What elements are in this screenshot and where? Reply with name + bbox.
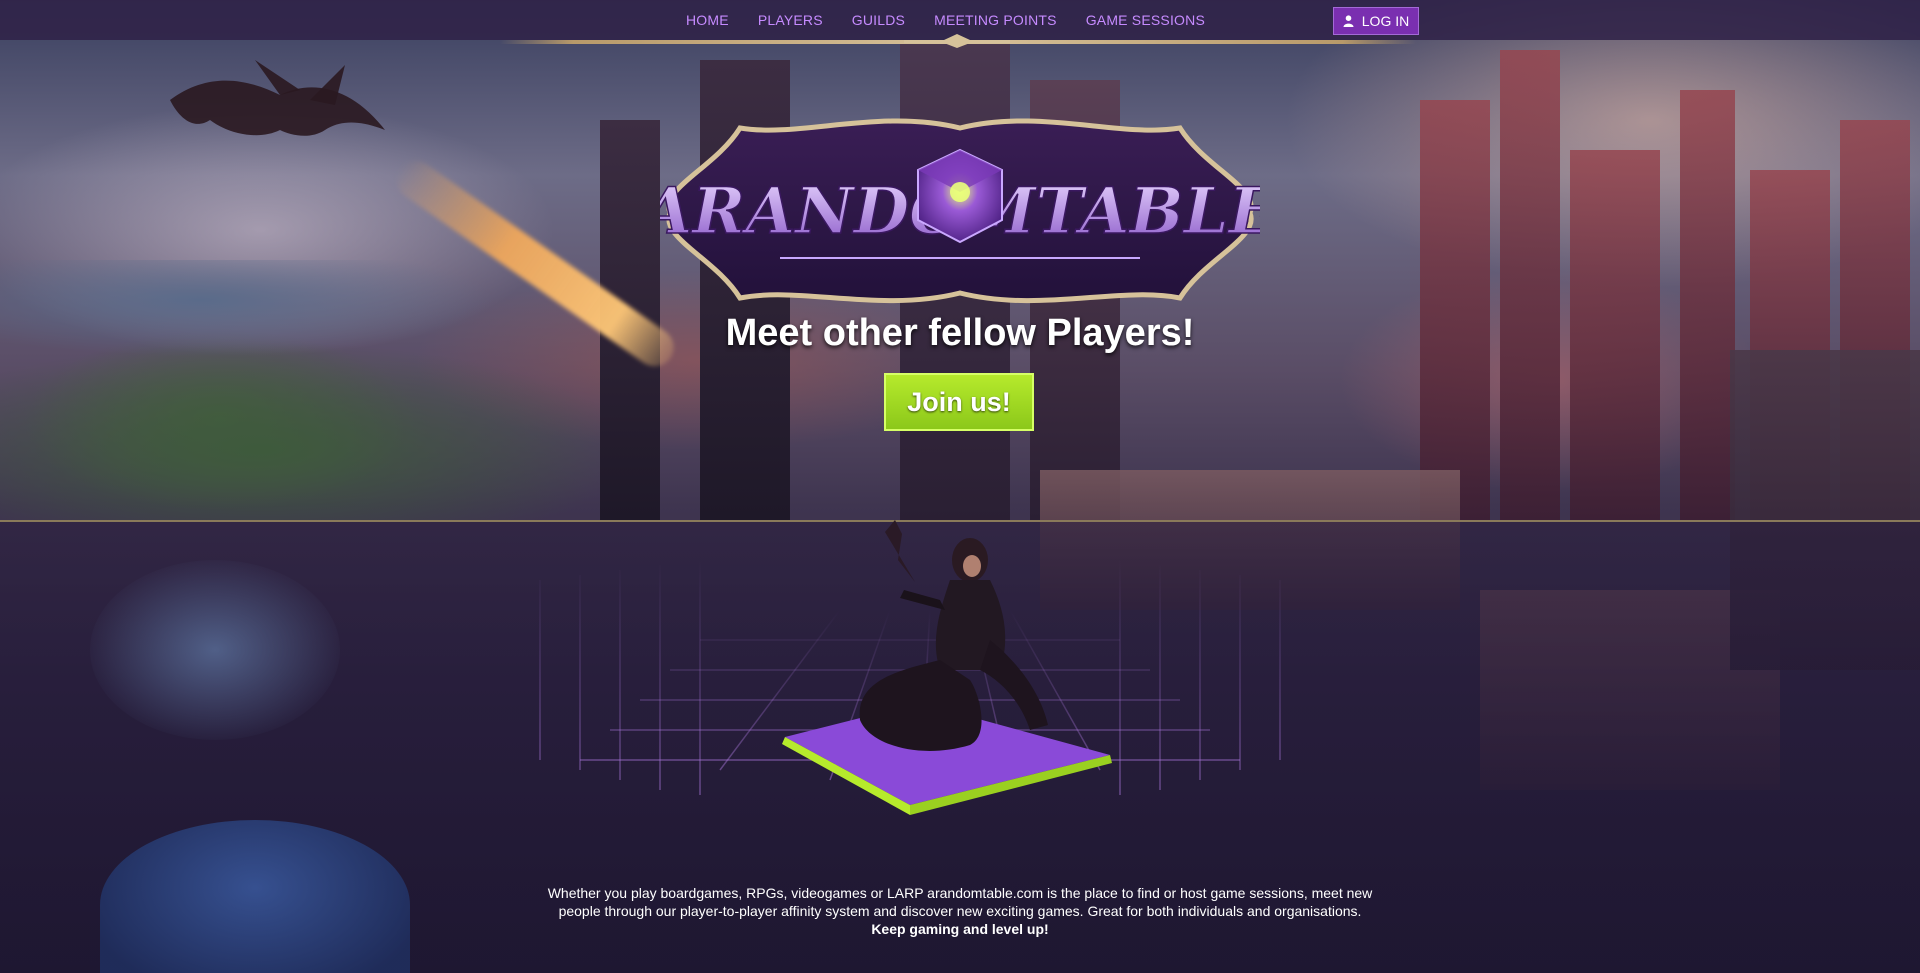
nav-item-players[interactable]: PLAYERS xyxy=(758,12,823,28)
user-icon xyxy=(1343,15,1354,27)
nav-item-meeting-points[interactable]: MEETING POINTS xyxy=(934,12,1057,28)
description-text: Whether you play boardgames, RPGs, video… xyxy=(547,885,1373,919)
site-description: Whether you play boardgames, RPGs, video… xyxy=(540,884,1380,938)
nav-ornament-icon xyxy=(904,34,1010,48)
city-tower xyxy=(1420,100,1490,520)
dragon-icon xyxy=(170,60,385,136)
hero-tagline: Meet other fellow Players! xyxy=(725,312,1195,354)
hero-character-illustration xyxy=(539,520,1281,815)
nav-item-home[interactable]: HOME xyxy=(686,12,729,28)
nav-item-guilds[interactable]: GUILDS xyxy=(852,12,905,28)
site-logo: ARANDOMTABLE xyxy=(660,118,1260,304)
description-emphasis: Keep gaming and level up! xyxy=(871,921,1049,937)
nav-item-game-sessions[interactable]: GAME SESSIONS xyxy=(1086,12,1205,28)
city-tower xyxy=(1500,50,1560,520)
city-tower xyxy=(1570,150,1660,520)
login-label: LOG IN xyxy=(1361,13,1410,29)
join-us-button[interactable]: Join us! xyxy=(884,373,1034,431)
character-figure xyxy=(859,520,1048,751)
city-tower xyxy=(1680,90,1735,520)
background-lake xyxy=(90,560,340,740)
login-button[interactable]: LOG IN xyxy=(1333,7,1419,35)
